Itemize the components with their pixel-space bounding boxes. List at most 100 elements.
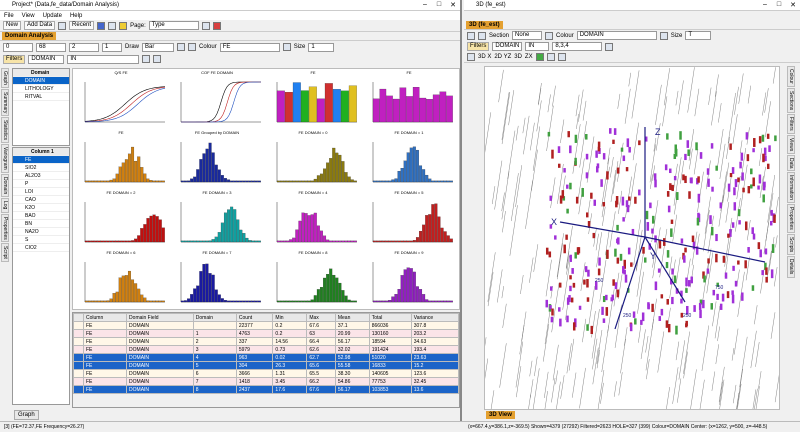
zoom-in-icon[interactable] — [535, 53, 544, 61]
menu-view[interactable]: View — [22, 13, 35, 19]
table-cell[interactable]: 130160 — [368, 329, 412, 338]
table-cell[interactable]: DOMAIN — [126, 337, 194, 346]
menu-update[interactable]: Update — [43, 13, 62, 19]
column-header[interactable]: Domain Field — [126, 313, 194, 322]
chart-thumbnail[interactable]: FE DOMAIN = 1 — [363, 130, 455, 187]
table-cell[interactable]: 67.6 — [306, 385, 336, 394]
table-cell[interactable]: DOMAIN — [126, 321, 194, 330]
chart-thumbnail[interactable]: FE DOMAIN = 9 — [363, 250, 455, 307]
table-row[interactable]: FE DOMAIN 7 1418 3.45 66.2 54.86 77753 32.45 — [73, 377, 459, 386]
table-cell[interactable]: 37.1 — [334, 321, 370, 330]
side-tab-data[interactable]: Data — [787, 154, 795, 172]
side-tab-domain[interactable]: Domain — [1, 174, 9, 198]
filter-clear-icon[interactable] — [153, 55, 162, 63]
column-header[interactable]: Domain — [192, 313, 237, 322]
3d-filter-op-select[interactable]: IN — [525, 42, 550, 51]
table-cell[interactable]: 62.7 — [306, 353, 336, 362]
table-cell[interactable]: 0.02 — [272, 353, 308, 362]
close-icon[interactable]: ✕ — [786, 1, 800, 9]
page-select[interactable]: Type — [148, 21, 199, 30]
table-cell[interactable]: 193.4 — [410, 345, 459, 354]
domain-analysis-tab[interactable]: Domain Analysis — [2, 32, 57, 40]
column-header[interactable]: Max — [306, 313, 336, 322]
chart-thumbnail[interactable]: FE — [75, 130, 167, 187]
side-tab-colour[interactable]: Colour — [787, 66, 795, 87]
table-cell[interactable]: 16833 — [368, 361, 412, 370]
table-cell[interactable]: 337 — [235, 337, 274, 346]
table-cell[interactable]: 56.17 — [334, 385, 370, 394]
column-header[interactable]: Total — [368, 313, 412, 322]
table-cell[interactable]: DOMAIN — [126, 369, 194, 378]
new-button[interactable]: New — [3, 21, 22, 30]
side-tab-details[interactable]: Details — [787, 256, 795, 278]
table-cell[interactable]: 32.02 — [334, 345, 370, 354]
field-b-select[interactable]: 68 — [36, 42, 66, 52]
chart-thumbnail[interactable]: Q/S FE — [75, 70, 167, 127]
page-add-icon[interactable] — [201, 21, 210, 30]
open-icon[interactable] — [58, 21, 67, 30]
side-tab-script[interactable]: Script — [1, 243, 9, 263]
list-item[interactable]: P — [13, 180, 69, 188]
table-cell[interactable]: 67.6 — [306, 321, 336, 330]
settings-icon[interactable] — [177, 43, 186, 51]
table-cell[interactable]: 203.2 — [410, 329, 459, 338]
view-tab-3dx[interactable]: 3D X — [478, 54, 491, 60]
filter-field-select[interactable]: DOMAIN — [28, 54, 65, 64]
table-cell[interactable]: 866036 — [368, 321, 412, 330]
table-cell[interactable]: 32.45 — [410, 377, 459, 386]
list-item[interactable]: NA2O — [13, 228, 69, 236]
table-row[interactable]: FE DOMAIN 1 4763 0.2 63 20.99 130160 203.2 — [73, 329, 459, 338]
colour-scheme-icon[interactable] — [282, 43, 291, 51]
table-cell[interactable]: 66.4 — [306, 337, 336, 346]
table-cell[interactable]: 13.6 — [410, 385, 459, 394]
print-icon[interactable] — [108, 21, 117, 30]
table-cell[interactable]: 140605 — [368, 369, 412, 378]
chart-thumbnail[interactable]: COF FE DOMAIN — [171, 70, 263, 127]
table-cell[interactable]: 6 — [192, 369, 237, 378]
graph-bottom-tab[interactable]: Graph — [14, 410, 39, 420]
table-cell[interactable]: 4763 — [235, 329, 274, 338]
list-item[interactable]: SIO2 — [13, 164, 69, 172]
table-cell[interactable]: 17.6 — [272, 385, 308, 394]
minimize-icon[interactable]: – — [418, 1, 432, 9]
table-cell[interactable]: 23.63 — [410, 353, 459, 362]
table-cell[interactable]: 34.63 — [410, 337, 459, 346]
column-header[interactable]: Min — [272, 313, 308, 322]
table-cell[interactable]: 38.30 — [334, 369, 370, 378]
table-cell[interactable]: 0.2 — [272, 329, 308, 338]
side-tab-variogram[interactable]: Variogram — [1, 144, 9, 174]
chart-thumbnail[interactable]: FE DOMAIN = 0 — [267, 130, 359, 187]
3d-filter-clear-icon[interactable] — [605, 42, 614, 51]
table-cell[interactable]: 15.2 — [410, 361, 459, 370]
3d-size-select[interactable]: T — [685, 31, 712, 40]
maximize-icon[interactable]: □ — [772, 1, 786, 9]
list-item[interactable]: BAO — [13, 212, 69, 220]
column-header[interactable]: Variance — [410, 313, 459, 322]
3d-viewport[interactable]: Z X Y 250 750 250 250 — [484, 66, 780, 410]
table-cell[interactable]: 63 — [306, 329, 336, 338]
table-cell[interactable]: FE — [82, 361, 128, 370]
list-item[interactable]: LITHOLOGY — [13, 85, 69, 93]
table-cell[interactable]: 55.58 — [334, 361, 370, 370]
table-cell[interactable]: 8 — [192, 385, 237, 394]
3d-view-bottom-tab[interactable]: 3D View — [486, 411, 515, 419]
list-item[interactable]: LOI — [13, 188, 69, 196]
view-tab-3d[interactable]: 3D — [514, 54, 522, 60]
size-select[interactable]: 1 — [308, 42, 335, 52]
chart-thumbnail[interactable]: FE Grouped by DOMAIN — [171, 130, 263, 187]
close-icon[interactable]: ✕ — [446, 1, 460, 9]
table-cell[interactable]: DOMAIN — [126, 385, 194, 394]
side-tab-summary[interactable]: Summary — [1, 88, 9, 117]
refresh-icon[interactable] — [188, 43, 197, 51]
side-tab-3d-properties[interactable]: Properties — [787, 204, 795, 234]
table-cell[interactable]: 307.8 — [410, 321, 459, 330]
menu-file[interactable]: File — [4, 13, 14, 19]
side-tab-graph[interactable]: Graph — [1, 68, 9, 88]
side-tab-sections[interactable]: Sections — [787, 87, 795, 113]
fit-view-icon[interactable] — [557, 53, 566, 61]
field-a-select[interactable]: 0 — [3, 42, 33, 52]
field-d-select[interactable]: 1 — [102, 42, 122, 52]
table-cell[interactable]: 52.98 — [334, 353, 370, 362]
draw-select[interactable]: Bar — [142, 42, 175, 52]
filters-button[interactable]: Filters — [3, 54, 26, 64]
